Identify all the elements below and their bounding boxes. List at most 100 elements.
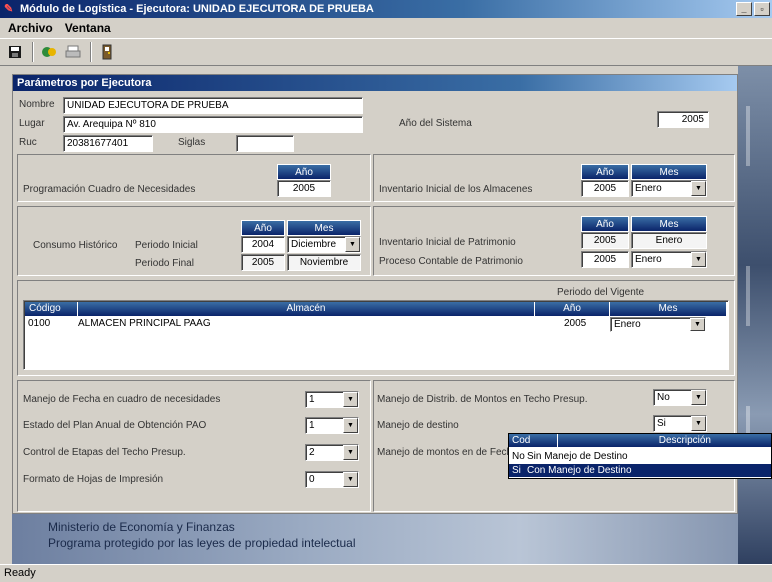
proceso-patrimonio-mes-value: Enero: [635, 254, 662, 265]
control-etapas-value: 2: [309, 447, 315, 458]
inventario-almacenes-mes-value: Enero: [635, 183, 662, 194]
inventario-patrimonio-label: Inventario Inicial de Patrimonio: [379, 237, 516, 248]
background-stripe: [746, 266, 750, 326]
dropdown-header-descripcion: Descripción: [558, 434, 771, 447]
montos-label: Manejo de montos en de Fecha: [377, 447, 518, 458]
panel-title: Parámetros por Ejecutora: [13, 75, 737, 91]
toolbar: [0, 38, 772, 66]
grid-cell-mes-select[interactable]: Enero ▼: [610, 317, 706, 332]
formato-select[interactable]: 0 ▼: [305, 471, 359, 488]
ruc-field[interactable]: 20381677401: [63, 135, 153, 152]
grid-header-almacen[interactable]: Almacén: [78, 302, 534, 316]
destino-label: Manejo de destino: [377, 420, 459, 431]
grid-header-mes[interactable]: Mes: [610, 302, 726, 316]
window-title: Módulo de Logística - Ejecutora: UNIDAD …: [20, 3, 374, 15]
destino-select[interactable]: Si ▼: [653, 415, 707, 432]
inventario-almacenes-anio-header: Año: [581, 164, 629, 180]
periodo-inicial-mes-select[interactable]: Diciembre ▼: [287, 236, 361, 253]
grid-cell-anio[interactable]: 2005: [564, 317, 586, 331]
ruc-label: Ruc: [19, 137, 37, 148]
grid-header-codigo[interactable]: Código: [25, 302, 77, 316]
minimize-button[interactable]: _: [736, 2, 752, 16]
manejo-fecha-label: Manejo de Fecha en cuadro de necesidades: [23, 394, 221, 405]
app-icon: ✎: [4, 3, 14, 15]
inventario-almacenes-label: Inventario Inicial de los Almacenes: [379, 184, 533, 195]
chevron-down-icon[interactable]: ▼: [691, 416, 706, 431]
chevron-down-icon[interactable]: ▼: [343, 418, 358, 433]
consumo-mes-header: Mes: [287, 220, 361, 236]
proceso-patrimonio-mes-select[interactable]: Enero ▼: [631, 251, 707, 268]
anio-sistema-label: Año del Sistema: [399, 118, 472, 129]
programacion-anio-field[interactable]: 2005: [277, 180, 331, 197]
siglas-field[interactable]: [236, 135, 294, 152]
chevron-down-icon[interactable]: ▼: [343, 472, 358, 487]
control-etapas-select[interactable]: 2 ▼: [305, 444, 359, 461]
chevron-down-icon[interactable]: ▼: [343, 392, 358, 407]
periodo-final-mes-field: Noviembre: [287, 254, 361, 271]
maximize-button[interactable]: ▫: [754, 2, 770, 16]
siglas-label: Siglas: [178, 137, 206, 148]
chevron-down-icon[interactable]: ▼: [691, 252, 706, 267]
manejo-fecha-value: 1: [309, 394, 315, 405]
inventario-almacenes-mes-header: Mes: [631, 164, 707, 180]
dropdown-option-desc: Con Manejo de Destino: [527, 465, 632, 476]
background-image: [738, 66, 772, 564]
chevron-down-icon[interactable]: ▼: [343, 445, 358, 460]
chevron-down-icon[interactable]: ▼: [690, 318, 705, 331]
consumo-label: Consumo Histórico: [33, 240, 118, 251]
exit-icon[interactable]: [96, 41, 118, 63]
programacion-label: Programación Cuadro de Necesidades: [23, 184, 196, 195]
chevron-down-icon[interactable]: ▼: [345, 237, 360, 252]
refresh-icon[interactable]: [38, 41, 60, 63]
dropdown-option-si[interactable]: Si Con Manejo de Destino: [509, 464, 771, 477]
title-bar: ✎ Módulo de Logística - Ejecutora: UNIDA…: [0, 0, 772, 18]
save-icon[interactable]: [4, 41, 26, 63]
formato-value: 0: [309, 474, 315, 485]
consumo-anio-header: Año: [241, 220, 285, 236]
manejo-fecha-select[interactable]: 1 ▼: [305, 391, 359, 408]
patrimonio-anio-header: Año: [581, 216, 629, 232]
banner-line-2: Programa protegido por las leyes de prop…: [48, 536, 356, 550]
lugar-field[interactable]: Av. Arequipa Nº 810: [63, 116, 363, 133]
distrib-value: No: [657, 392, 670, 403]
periodo-inicial-label: Periodo Inicial: [135, 240, 198, 251]
anio-sistema-field[interactable]: 2005: [657, 111, 709, 128]
periodo-inicial-anio-field[interactable]: 2004: [241, 236, 285, 253]
dropdown-option-desc: Sin Manejo de Destino: [527, 451, 628, 462]
grid-cell-almacen[interactable]: ALMACEN PRINCIPAL PAAG: [78, 317, 211, 331]
patrimonio-mes-header: Mes: [631, 216, 707, 232]
inventario-patrimonio-anio-field: 2005: [581, 232, 629, 249]
control-etapas-label: Control de Etapas del Techo Presup.: [23, 447, 186, 458]
banner-line-1: Ministerio de Economía y Finanzas: [48, 520, 235, 534]
menu-archivo[interactable]: Archivo: [2, 21, 59, 35]
periodo-final-label: Periodo Final: [135, 258, 194, 269]
status-bar: Ready: [0, 564, 772, 582]
proceso-patrimonio-label: Proceso Contable de Patrimonio: [379, 256, 523, 267]
distrib-select[interactable]: No ▼: [653, 389, 707, 406]
inventario-almacenes-anio-field[interactable]: 2005: [581, 180, 629, 197]
window-controls: _ ▫: [736, 2, 770, 16]
ministry-banner: Ministerio de Economía y Finanzas Progra…: [12, 514, 738, 564]
dropdown-option-cod: Si: [512, 465, 521, 476]
toolbar-separator: [90, 42, 92, 62]
dropdown-option-no[interactable]: No Sin Manejo de Destino: [509, 450, 771, 463]
dropdown-option-cod: No: [512, 451, 525, 462]
periodo-vigente-grid: Código Almacén Año Mes 0100 ALMACEN PRIN…: [23, 300, 729, 370]
periodo-inicial-mes-value: Diciembre: [291, 239, 337, 250]
proceso-patrimonio-anio-field[interactable]: 2005: [581, 251, 629, 268]
toolbar-separator: [32, 42, 34, 62]
inventario-almacenes-mes-select[interactable]: Enero ▼: [631, 180, 707, 197]
grid-cell-codigo[interactable]: 0100: [28, 317, 50, 331]
menu-ventana[interactable]: Ventana: [59, 21, 117, 35]
chevron-down-icon[interactable]: ▼: [691, 181, 706, 196]
print-icon[interactable]: [62, 41, 84, 63]
estado-plan-select[interactable]: 1 ▼: [305, 417, 359, 434]
nombre-field[interactable]: UNIDAD EJECUTORA DE PRUEBA: [63, 97, 363, 114]
chevron-down-icon[interactable]: ▼: [691, 390, 706, 405]
dropdown-header-cod: Cod: [509, 434, 557, 447]
periodo-final-anio-field: 2005: [241, 254, 285, 271]
grid-cell-mes-value: Enero: [614, 319, 641, 330]
grid-header-anio[interactable]: Año: [535, 302, 609, 316]
destino-dropdown-list[interactable]: Cod Descripción No Sin Manejo de Destino…: [508, 433, 772, 479]
destino-value: Si: [657, 418, 666, 429]
